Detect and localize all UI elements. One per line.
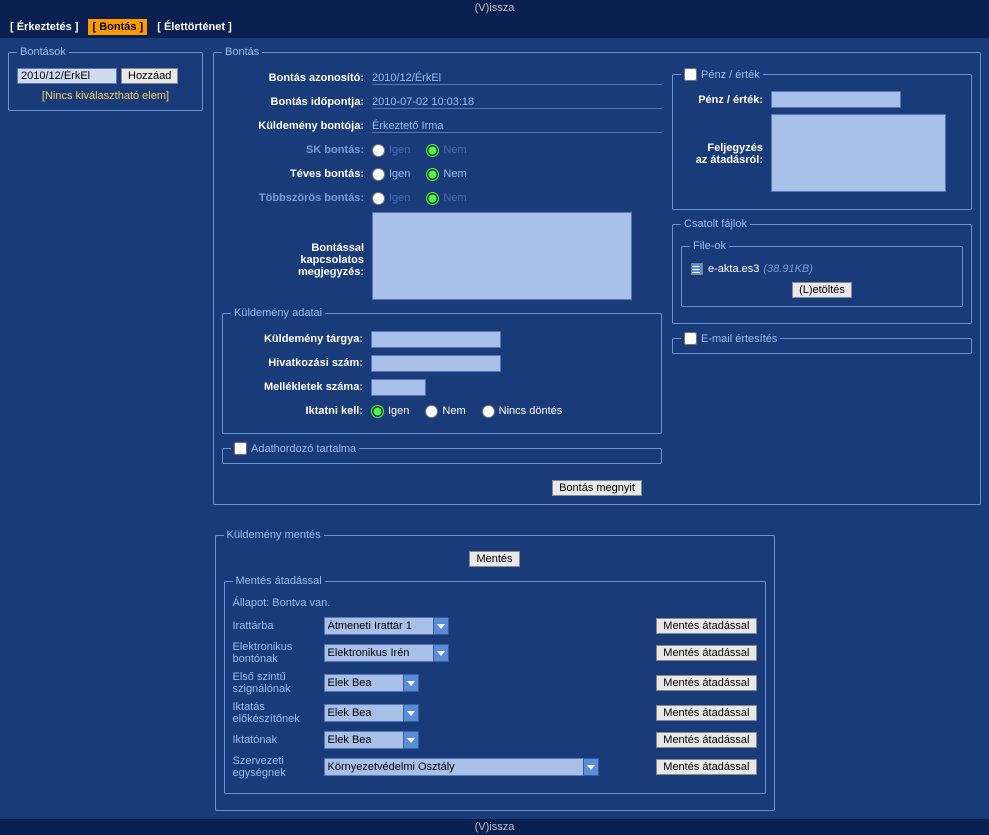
subject-label: Küldemény tárgya: xyxy=(231,333,371,345)
bontas-opener-value: Érkeztető Irma xyxy=(372,120,662,133)
multi-label: Többszörös bontás: xyxy=(222,192,372,204)
irattar-label: Irattárba xyxy=(233,620,318,632)
penz-note-label: Feljegyzés az átadásról: xyxy=(681,114,771,166)
email-checkbox[interactable] xyxy=(684,332,697,345)
tab-elettortenet[interactable]: [ Élettörténet ] xyxy=(153,19,236,35)
ref-input[interactable] xyxy=(371,355,501,372)
csatolt-legend: Csatolt fájlok xyxy=(681,218,750,230)
bontas-id-value: 2010/12/ÉrkEl xyxy=(372,72,662,85)
save-button[interactable]: Mentés xyxy=(469,551,519,567)
adathordozo-fieldset: Adathordozó tartalma xyxy=(222,442,662,464)
iktat-nincs[interactable]: Nincs döntés xyxy=(482,405,563,418)
email-fieldset: E-mail értesítés xyxy=(672,332,972,354)
iktato-select[interactable] xyxy=(324,731,404,749)
back-link-bottom[interactable]: (V)issza xyxy=(475,821,515,833)
kuldemeny-fieldset: Küldemény adatai Küldemény tárgya: Hivat… xyxy=(222,307,662,434)
bontasok-legend: Bontások xyxy=(17,46,69,58)
iktat-nem[interactable]: Nem xyxy=(425,405,465,418)
chevron-down-icon[interactable] xyxy=(433,644,449,662)
iktat-igen[interactable]: Igen xyxy=(371,405,409,418)
file-icon xyxy=(690,262,704,276)
attach-input[interactable] xyxy=(371,379,426,396)
csatolt-fieldset: Csatolt fájlok File-ok e-akta.es3 (38.91… xyxy=(672,218,972,324)
chevron-down-icon[interactable] xyxy=(433,617,449,635)
elokeszito-select[interactable] xyxy=(324,704,404,722)
sk-nem[interactable]: Nem xyxy=(426,144,466,157)
teves-label: Téves bontás: xyxy=(222,168,372,180)
atadas-legend: Mentés átadással xyxy=(233,575,325,587)
fileok-fieldset: File-ok e-akta.es3 (38.91KB) (L)etöltés xyxy=(681,240,963,307)
chevron-down-icon[interactable] xyxy=(403,704,419,722)
tab-erkeztetes[interactable]: [ Érkeztetés ] xyxy=(6,19,82,35)
email-legend[interactable]: E-mail értesítés xyxy=(681,332,780,345)
back-link[interactable]: (V)issza xyxy=(475,2,515,14)
attach-label: Mellékletek száma: xyxy=(231,381,371,393)
bontas-opener-label: Küldemény bontója: xyxy=(222,120,372,132)
add-button[interactable]: Hozzáad xyxy=(121,68,178,84)
chevron-down-icon[interactable] xyxy=(583,758,599,776)
bontasok-fieldset: Bontások Hozzáad [Nincs kiválasztható el… xyxy=(8,46,203,111)
kuldemeny-legend: Küldemény adatai xyxy=(231,307,325,319)
elokeszito-label: Iktatás előkészítőnek xyxy=(233,701,318,725)
chevron-down-icon[interactable] xyxy=(403,674,419,692)
subject-input[interactable] xyxy=(371,331,501,348)
mentes-fieldset: Küldemény mentés Mentés Mentés átadással… xyxy=(215,529,775,811)
bontas-fieldset: Bontás Bontás azonosító: 2010/12/ÉrkEl B… xyxy=(213,46,981,505)
iktato-atadas-button[interactable]: Mentés átadással xyxy=(656,732,756,748)
szerv-atadas-button[interactable]: Mentés átadással xyxy=(656,759,756,775)
szignalo-select[interactable] xyxy=(324,674,404,692)
bontas-time-label: Bontás időpontja: xyxy=(222,96,372,108)
ebonto-select[interactable] xyxy=(324,644,434,662)
ebonto-label: Elektronikus bontónak xyxy=(233,641,318,665)
file-size: (38.91KB) xyxy=(763,263,813,275)
penz-label: Pénz / érték: xyxy=(681,94,771,106)
sk-igen[interactable]: Igen xyxy=(372,144,410,157)
mentes-legend: Küldemény mentés xyxy=(224,529,324,541)
chevron-down-icon[interactable] xyxy=(403,731,419,749)
sk-label: SK bontás: xyxy=(222,144,372,156)
status-text: Állapot: Bontva van. xyxy=(233,597,757,609)
elokeszito-atadas-button[interactable]: Mentés átadással xyxy=(656,705,756,721)
tab-bontas[interactable]: [ Bontás ] xyxy=(88,19,147,35)
fileok-legend: File-ok xyxy=(690,240,729,252)
penz-fieldset: Pénz / érték Pénz / érték: Feljegyzés az… xyxy=(672,68,972,210)
irattar-select[interactable] xyxy=(324,617,434,635)
szerv-label: Szervezeti egységnek xyxy=(233,755,318,779)
tab-bar: [ Érkeztetés ] [ Bontás ] [ Élettörténet… xyxy=(0,16,989,38)
irattar-atadas-button[interactable]: Mentés átadással xyxy=(656,618,756,634)
bontas-id-input[interactable] xyxy=(17,68,117,84)
no-items-text: [Nincs kiválasztható elem] xyxy=(17,90,194,102)
teves-nem[interactable]: Nem xyxy=(426,168,466,181)
open-bontas-button[interactable]: Bontás megnyit xyxy=(552,480,642,496)
atadas-fieldset: Mentés átadással Állapot: Bontva van. Ir… xyxy=(224,575,766,794)
adathordozo-legend[interactable]: Adathordozó tartalma xyxy=(231,442,359,455)
penz-input[interactable] xyxy=(771,91,901,108)
bontas-time-value: 2010-07-02 10:03:18 xyxy=(372,96,662,109)
ref-label: Hivatkozási szám: xyxy=(231,357,371,369)
penz-note-textarea[interactable] xyxy=(771,114,946,192)
top-back-bar: (V)issza xyxy=(0,0,989,16)
szerv-select[interactable] xyxy=(324,758,584,776)
iktat-label: Iktatni kell: xyxy=(231,405,371,417)
download-button[interactable]: (L)etöltés xyxy=(792,282,852,298)
bontas-legend: Bontás xyxy=(222,46,262,58)
iktato-label: Iktatónak xyxy=(233,734,318,746)
bottom-back-bar: (V)issza xyxy=(0,819,989,835)
bontas-id-label: Bontás azonosító: xyxy=(222,72,372,84)
adathordozo-checkbox[interactable] xyxy=(234,442,247,455)
ebonto-atadas-button[interactable]: Mentés átadással xyxy=(656,645,756,661)
file-name: e-akta.es3 xyxy=(708,263,759,275)
teves-igen[interactable]: Igen xyxy=(372,168,410,181)
penz-legend[interactable]: Pénz / érték xyxy=(681,68,763,81)
multi-igen[interactable]: Igen xyxy=(372,192,410,205)
szignalo-atadas-button[interactable]: Mentés átadással xyxy=(656,675,756,691)
bontas-note-textarea[interactable] xyxy=(372,212,632,300)
szignalo-label: Első szintű szignálónak xyxy=(233,671,318,695)
multi-nem[interactable]: Nem xyxy=(426,192,466,205)
note-label: Bontással kapcsolatos megjegyzés: xyxy=(222,212,372,278)
penz-checkbox[interactable] xyxy=(684,68,697,81)
